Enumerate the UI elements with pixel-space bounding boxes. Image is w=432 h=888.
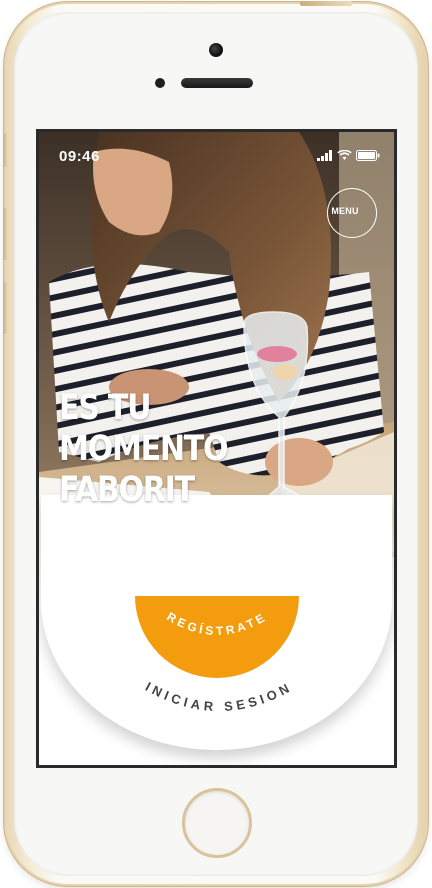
phone-power-button xyxy=(300,1,352,6)
proximity-sensor xyxy=(155,78,165,88)
status-time: 09:46 xyxy=(59,148,100,165)
hero-title-line-3: FABORIT xyxy=(59,470,195,510)
hero-title: ES TU MOMENTO FABORIT xyxy=(59,388,231,511)
wifi-icon xyxy=(337,150,352,160)
phone-side-button xyxy=(3,133,8,167)
phone-volume-up-button xyxy=(3,208,8,260)
hero-title-line-2: MOMENTO xyxy=(59,429,229,469)
login-button-curved-label: INICIAR SESION xyxy=(143,679,295,714)
earpiece-speaker xyxy=(181,78,253,88)
hero-title-line-1: ES TU xyxy=(59,388,152,428)
phone-volume-down-button xyxy=(3,282,8,334)
status-icons xyxy=(317,150,380,161)
home-button[interactable] xyxy=(182,788,252,858)
svg-text:REGÍSTRATE: REGÍSTRATE xyxy=(164,609,269,638)
status-bar: 09:46 xyxy=(39,132,394,172)
login-button[interactable]: INICIAR SESION xyxy=(119,652,319,732)
signup-label: REGÍSTRATE xyxy=(164,609,266,638)
svg-text:INICIAR SESION: INICIAR SESION xyxy=(143,679,295,714)
battery-icon xyxy=(356,150,380,161)
signal-icon xyxy=(317,150,332,161)
menu-button[interactable]: MENU xyxy=(327,188,377,238)
front-camera-icon xyxy=(209,43,223,57)
login-label: INICIAR SESION xyxy=(143,679,291,714)
app-screen: 09:46 MENU ES TU MOMENTO FABORIT REGÍSTR… xyxy=(36,129,397,768)
menu-button-label: MENU xyxy=(331,206,359,216)
